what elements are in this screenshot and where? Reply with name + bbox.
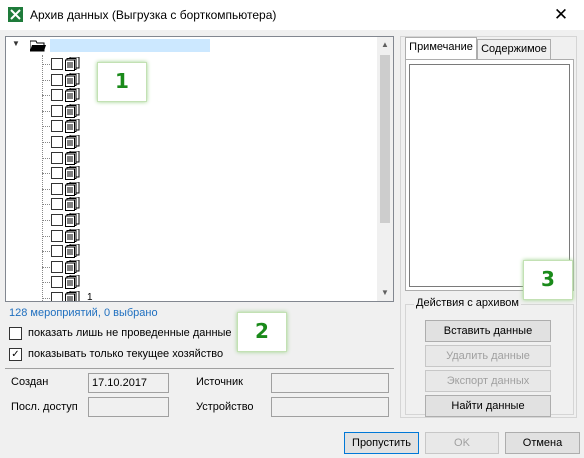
record-checkbox[interactable] [51, 182, 63, 195]
record-checkbox[interactable] [51, 89, 63, 102]
records-tree[interactable]: ▼ 12 ▲ ▼ [5, 36, 394, 302]
export-data-button[interactable]: Экспорт данных [425, 370, 551, 392]
close-button[interactable]: ✕ [538, 0, 584, 30]
source-field [271, 373, 389, 393]
callout-3: 3 [523, 260, 573, 300]
scroll-up-icon[interactable]: ▲ [377, 37, 393, 53]
record-checkbox[interactable] [51, 136, 63, 148]
document-icon [65, 87, 83, 103]
source-label: Источник [196, 376, 243, 388]
document-icon [65, 212, 83, 227]
document-icon [65, 196, 83, 212]
record-checkbox[interactable] [51, 245, 63, 258]
tree-branch-line [42, 282, 50, 284]
tree-guide-line [42, 55, 43, 301]
tab-note[interactable]: Примечание [405, 37, 477, 59]
record-checkbox[interactable] [51, 104, 63, 117]
tab-note-pane [405, 59, 574, 291]
cancel-button[interactable]: Отмена [505, 432, 580, 454]
tree-branch-line [42, 126, 50, 128]
app-icon [8, 7, 23, 22]
record-checkbox[interactable] [51, 167, 63, 180]
record-checkbox[interactable] [51, 292, 63, 301]
current-farm-label[interactable]: показывать только текущее хозяйство [28, 348, 223, 360]
created-label: Создан [11, 376, 49, 388]
find-data-button[interactable]: Найти данные [425, 395, 551, 417]
tree-branch-line [42, 298, 50, 299]
root-node-label[interactable] [50, 39, 210, 52]
tree-branch-line [42, 110, 50, 112]
record-number: 1 [87, 292, 93, 302]
last-access-label: Посл. доступ [11, 401, 78, 413]
tree-branch-line [42, 95, 50, 97]
document-icon [65, 165, 83, 181]
document-icon [65, 274, 83, 290]
record-checkbox[interactable] [51, 120, 63, 133]
tree-branch-line [42, 266, 50, 268]
record-checkbox[interactable] [51, 198, 63, 211]
tree-branch-line [42, 204, 50, 206]
document-icon [65, 56, 83, 71]
record-checkbox[interactable] [51, 151, 63, 164]
filter-unperformed[interactable]: показать лишь не проведенные данные [9, 326, 249, 342]
document-icon [65, 103, 83, 118]
record-checkbox[interactable] [51, 214, 63, 226]
filter-current-farm[interactable]: ✓ показывать только текущее хозяйство [9, 347, 249, 363]
skip-button[interactable]: Пропустить [344, 432, 419, 454]
tree-branch-line [42, 220, 50, 221]
title-bar: Архив данных (Выгрузка с борткомпьютера)… [0, 0, 584, 30]
scroll-thumb[interactable] [380, 55, 390, 223]
tree-branch-line [42, 142, 50, 143]
device-field [271, 397, 389, 417]
record-checkbox[interactable] [51, 276, 63, 289]
document-icon [65, 150, 83, 165]
tree-branch-line [42, 157, 50, 159]
delete-data-button[interactable]: Удалить данные [425, 345, 551, 367]
tree-branch-line [42, 173, 50, 175]
document-icon [65, 72, 83, 87]
dialog-footer: Пропустить OK Отмена [0, 424, 584, 458]
note-textarea[interactable] [409, 64, 570, 287]
scroll-down-icon[interactable]: ▼ [377, 285, 393, 301]
document-icon [65, 181, 83, 196]
document-icon [65, 118, 83, 134]
document-icon [65, 259, 83, 274]
archive-actions-group: Действия с архивом Вставить данные Удали… [405, 297, 574, 417]
record-checkbox[interactable] [51, 229, 63, 242]
folder-open-icon [30, 40, 46, 52]
current-farm-checkbox[interactable]: ✓ [9, 348, 22, 361]
record-checkbox[interactable] [51, 58, 63, 70]
document-icon [65, 134, 83, 149]
document-icon [65, 243, 83, 259]
window-title: Архив данных (Выгрузка с борткомпьютера) [30, 8, 277, 22]
tree-vertical-scrollbar[interactable]: ▲ ▼ [377, 37, 393, 301]
last-access-field [88, 397, 169, 417]
separator [5, 368, 394, 369]
expand-icon[interactable]: ▼ [12, 39, 20, 48]
device-label: Устройство [196, 401, 254, 413]
insert-data-button[interactable]: Вставить данные [425, 320, 551, 342]
tree-branch-line [42, 79, 50, 81]
unperformed-checkbox[interactable] [9, 327, 22, 340]
created-field: 17.10.2017 [88, 373, 169, 393]
callout-1: 1 [97, 62, 147, 102]
document-icon [65, 228, 83, 243]
tree-branch-line [42, 235, 50, 237]
ok-button[interactable]: OK [425, 432, 499, 454]
unperformed-label[interactable]: показать лишь не проведенные данные [28, 327, 232, 339]
archive-actions-title: Действия с архивом [414, 297, 521, 309]
tab-content[interactable]: Содержимое [477, 39, 551, 59]
selection-status: 128 мероприятий, 0 выбрано [9, 307, 158, 319]
document-icon [65, 290, 83, 301]
record-checkbox[interactable] [51, 73, 63, 86]
tree-branch-line [42, 188, 50, 190]
dialog-body: ▼ 12 ▲ ▼ 1 128 мероприятий, 0 выбрано по… [0, 30, 584, 458]
tree-branch-line [42, 64, 50, 65]
details-panel: Примечание Содержимое Действия с архивом… [400, 36, 577, 418]
callout-2: 2 [237, 312, 287, 352]
record-checkbox[interactable] [51, 260, 63, 273]
tree-branch-line [42, 251, 50, 253]
